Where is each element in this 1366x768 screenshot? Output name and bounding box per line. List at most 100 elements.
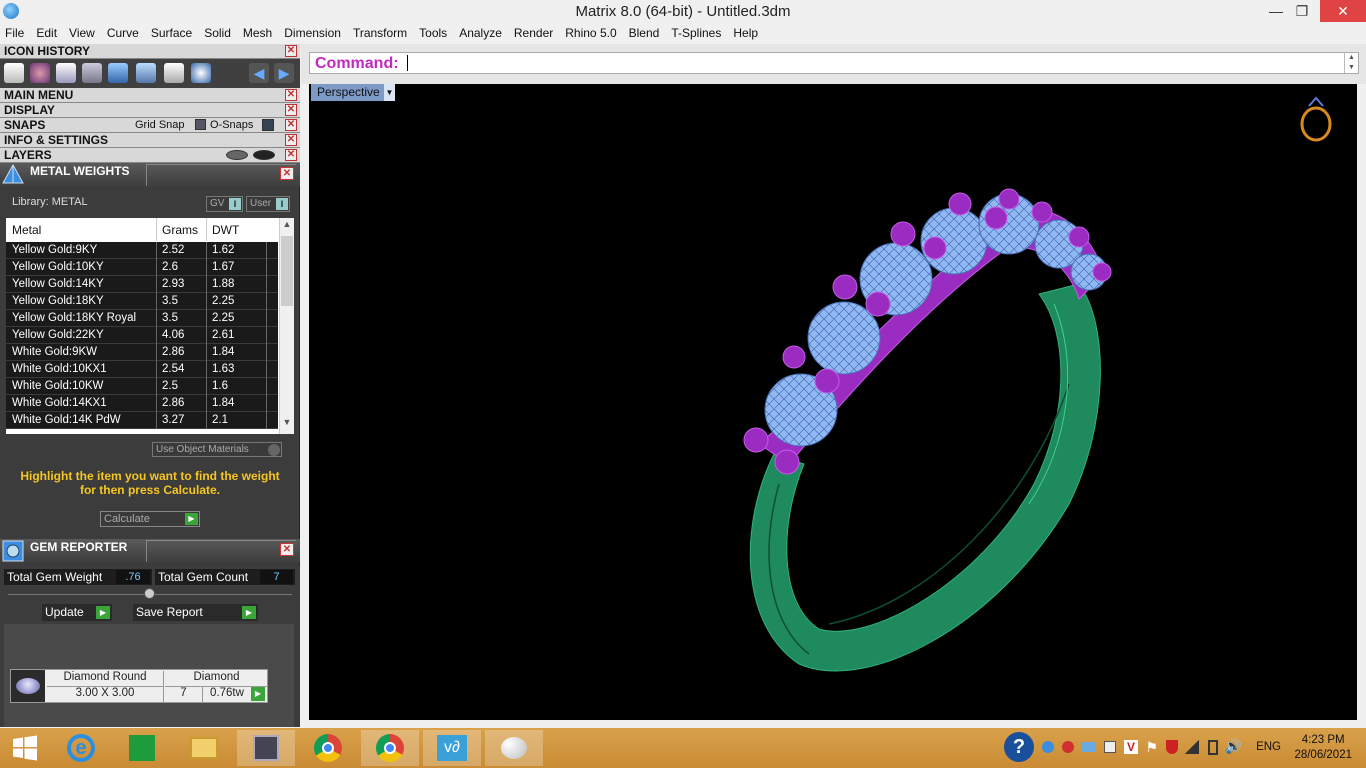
eye-icon[interactable] (253, 150, 275, 160)
menu-surface[interactable]: Surface (145, 24, 198, 40)
gem-list-item[interactable]: Diamond Round Diamond 3.00 X 3.00 7 0.76… (10, 669, 268, 703)
menu-render[interactable]: Render (508, 24, 559, 40)
play-icon[interactable] (191, 63, 211, 83)
metal-scrollbar[interactable]: ▲ ▼ (279, 218, 294, 434)
metal-weights-icon[interactable] (108, 63, 128, 83)
close-icon[interactable]: ✕ (285, 134, 297, 146)
close-icon[interactable]: ✕ (285, 104, 297, 116)
menu-rhino[interactable]: Rhino 5.0 (559, 24, 622, 40)
start-button[interactable] (0, 730, 50, 766)
antivirus-icon[interactable]: V (1124, 740, 1138, 754)
save-report-button[interactable]: Save Report ▶ (133, 604, 258, 621)
matrix-app-taskbar-icon[interactable] (237, 730, 295, 766)
scroll-thumb[interactable] (281, 236, 293, 306)
shield-icon[interactable] (1166, 740, 1178, 754)
menu-file[interactable]: File (0, 24, 30, 40)
menu-tsplines[interactable]: T-Splines (665, 24, 727, 40)
table-row[interactable]: White Gold:10KW 2.5 1.6 (6, 378, 278, 395)
table-row[interactable]: Yellow Gold:10KY 2.6 1.67 (6, 259, 278, 276)
table-row[interactable]: White Gold:10KX1 2.54 1.63 (6, 361, 278, 378)
file-explorer-icon[interactable] (175, 730, 233, 766)
column-dwt[interactable]: DWT (212, 223, 239, 237)
column-grams[interactable]: Grams (162, 223, 198, 237)
table-row[interactable]: Yellow Gold:14KY 2.93 1.88 (6, 276, 278, 293)
display-header[interactable]: DISPLAY ✕ (0, 103, 300, 118)
chrome-icon[interactable] (361, 730, 419, 766)
menu-solid[interactable]: Solid (198, 24, 237, 40)
table-row[interactable]: Yellow Gold:18KY Royal 3.5 2.25 (6, 310, 278, 327)
arrow-left-icon[interactable]: ◀ (249, 63, 269, 83)
menu-edit[interactable]: Edit (30, 24, 63, 40)
perspective-viewport[interactable]: Perspective ▼ (309, 84, 1357, 720)
close-button[interactable]: ✕ (1320, 0, 1366, 22)
calculate-button[interactable]: Calculate ▶ (100, 511, 200, 527)
ring-band[interactable] (749, 283, 1101, 672)
flag-icon[interactable]: ⚑ (1145, 739, 1158, 756)
use-object-materials-toggle[interactable]: Use Object Materials (152, 442, 282, 457)
command-input[interactable] (407, 55, 1342, 71)
icon-history-header[interactable]: ICON HISTORY ✕ (0, 44, 300, 59)
close-icon[interactable]: ✕ (280, 543, 294, 556)
menu-tools[interactable]: Tools (413, 24, 453, 40)
menu-blend[interactable]: Blend (623, 24, 666, 40)
layer-toggle-icon[interactable] (226, 150, 248, 160)
menu-dimension[interactable]: Dimension (278, 24, 347, 40)
close-icon[interactable]: ✕ (285, 119, 297, 131)
column-metal[interactable]: Metal (12, 223, 41, 237)
close-icon[interactable]: ✕ (285, 149, 297, 161)
signal-icon[interactable] (1185, 740, 1199, 754)
close-icon[interactable]: ✕ (280, 167, 294, 180)
chrome-icon[interactable] (299, 730, 357, 766)
scroll-down-icon[interactable]: ▼ (280, 417, 294, 433)
snaps-header[interactable]: SNAPS Grid Snap O-Snaps ✕ (0, 118, 300, 133)
beats-icon[interactable] (1062, 741, 1074, 753)
maximize-button[interactable]: ❐ (1288, 0, 1316, 22)
update-button[interactable]: Update ▶ (42, 604, 112, 621)
menu-analyze[interactable]: Analyze (453, 24, 508, 40)
play-icon[interactable]: ▶ (251, 687, 265, 701)
splitter-handle[interactable] (144, 588, 155, 599)
metal-table[interactable]: Metal Grams DWT Yellow Gold:9KY 2.52 1.62 Y… (6, 218, 294, 434)
table-row[interactable]: Yellow Gold:9KY 2.52 1.62 (6, 242, 278, 259)
table-row[interactable]: White Gold:9KW 2.86 1.84 (6, 344, 278, 361)
close-icon[interactable]: ✕ (285, 45, 297, 57)
ring-view-icon[interactable] (1300, 96, 1332, 142)
o-snaps-toggle[interactable] (262, 119, 274, 131)
clock[interactable]: 4:23 PM 28/06/2021 (1294, 733, 1352, 763)
cloud-icon[interactable] (1081, 742, 1095, 752)
material-icon[interactable] (30, 63, 50, 83)
internet-explorer-icon[interactable]: e (52, 730, 110, 766)
scroll-up-icon[interactable]: ▲ (280, 219, 294, 235)
language-indicator[interactable]: ENG (1256, 741, 1281, 753)
paint-icon[interactable] (485, 730, 543, 766)
command-history-spinner[interactable]: ▲ ▼ (1344, 53, 1358, 73)
gem-reporter-icon[interactable] (136, 63, 156, 83)
main-menu-header[interactable]: MAIN MENU ✕ (0, 88, 300, 103)
table-row[interactable]: Yellow Gold:18KY 3.5 2.25 (6, 293, 278, 310)
layers-header[interactable]: LAYERS ✕ (0, 148, 300, 163)
menu-view[interactable]: View (63, 24, 101, 40)
battery-icon[interactable] (1208, 740, 1218, 755)
save-icon[interactable] (56, 63, 76, 83)
volume-icon[interactable]: 🔊 (1225, 738, 1242, 755)
info-settings-header[interactable]: INFO & SETTINGS ✕ (0, 133, 300, 148)
network-app-icon[interactable] (1042, 741, 1054, 753)
document-icon[interactable] (164, 63, 184, 83)
table-row[interactable]: White Gold:14KX1 2.86 1.84 (6, 395, 278, 412)
device-icon[interactable] (1104, 741, 1116, 753)
menu-transform[interactable]: Transform (347, 24, 413, 40)
menu-mesh[interactable]: Mesh (237, 24, 278, 40)
menu-curve[interactable]: Curve (101, 24, 145, 40)
clipboard-icon[interactable] (4, 63, 24, 83)
table-row[interactable]: Yellow Gold:22KY 4.06 2.61 (6, 327, 278, 344)
help-icon[interactable]: ? (1004, 732, 1034, 762)
transform-icon[interactable] (82, 63, 102, 83)
close-icon[interactable]: ✕ (285, 89, 297, 101)
minimize-button[interactable]: — (1262, 0, 1290, 22)
arrow-right-icon[interactable]: ▶ (274, 63, 294, 83)
user-button[interactable]: User I (246, 196, 290, 212)
table-row[interactable]: White Gold:14K PdW 3.27 2.1 (6, 412, 278, 429)
store-icon[interactable] (113, 730, 171, 766)
grid-snap-toggle[interactable] (195, 119, 206, 130)
gv-button[interactable]: GV I (206, 196, 243, 212)
